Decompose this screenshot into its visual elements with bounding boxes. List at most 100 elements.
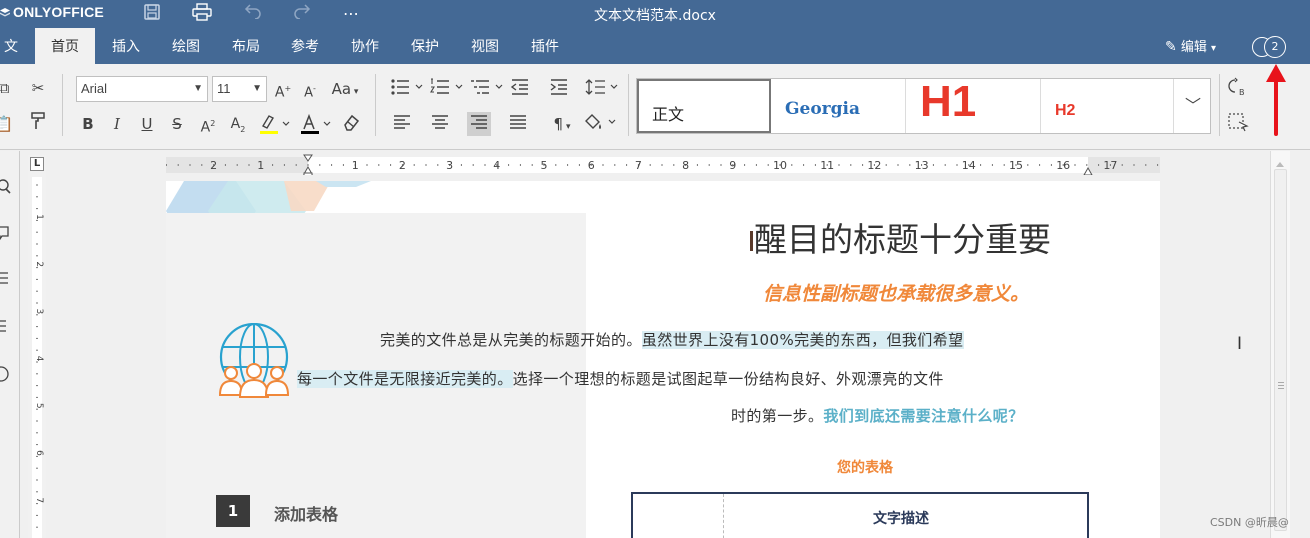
select-all-icon[interactable]	[1226, 112, 1250, 136]
chevron-down-icon: ▾	[351, 87, 359, 97]
document-page[interactable]: 醒目的标题十分重要 信息性副标题也承载很多意义。 完美的文件总是从完美的标题开始…	[166, 181, 1160, 538]
line-spacing-icon	[585, 79, 618, 95]
chevron-down-icon: ▾	[1211, 43, 1217, 54]
vertical-scrollbar[interactable]	[1270, 151, 1290, 538]
paint-bucket-icon	[585, 114, 616, 129]
bullet-list-icon	[391, 79, 423, 95]
menu-tab-bar: 文件 首页 插入 绘图 布局 参考 协作 保护 视图 插件 ✎ 编辑 ▾ 2	[0, 28, 1310, 93]
paragraph-mark-icon: ¶	[553, 115, 564, 133]
ruler-label: 2	[399, 159, 406, 172]
copy-icon[interactable]: ⧉	[0, 76, 16, 100]
scroll-thumb[interactable]	[1274, 169, 1287, 531]
format-painter-icon[interactable]	[26, 112, 50, 136]
paragraph-line-1[interactable]: 完美的文件总是从完美的标题开始的。虽然世界上没有100%完美的东西，但我们希望	[380, 329, 964, 350]
chevron-down-icon: ▼	[193, 83, 203, 94]
paste-icon[interactable]: 📋	[0, 112, 16, 136]
increase-indent-icon[interactable]	[547, 77, 571, 101]
right-indent-marker[interactable]	[1083, 161, 1093, 176]
chevron-down-icon: ▼	[252, 83, 262, 94]
nonprinting-characters-button[interactable]: ¶ ▾	[547, 112, 577, 136]
tab-view[interactable]: 视图	[455, 28, 515, 64]
line-spacing-button[interactable]	[585, 77, 621, 101]
document-table[interactable]: 文字描述	[631, 492, 1089, 538]
comments-icon[interactable]	[0, 225, 14, 241]
italic-icon[interactable]: I	[105, 112, 129, 136]
multilevel-list-button[interactable]	[470, 77, 506, 101]
subscript-icon[interactable]: A2	[226, 112, 250, 136]
font-name-value: Arial	[81, 81, 108, 96]
feedback-icon[interactable]	[0, 366, 14, 382]
font-color-button[interactable]	[298, 112, 332, 136]
align-center-icon[interactable]	[428, 112, 452, 136]
style-heading-2[interactable]: H2	[1041, 79, 1174, 133]
style-heading-1[interactable]: H1	[906, 77, 1041, 133]
red-arrow-annotation-icon	[1266, 64, 1286, 136]
edit-mode-dropdown[interactable]: ✎ 编辑 ▾	[1165, 28, 1216, 64]
more-styles-button[interactable]: ﹀	[1175, 79, 1211, 133]
navigation-icon[interactable]	[0, 271, 14, 287]
tab-collaboration[interactable]: 协作	[335, 28, 395, 64]
vertical-ruler: L 12345678	[28, 155, 46, 538]
paragraph-accent-question: 我们到底还需要注意什么呢？	[823, 407, 1024, 425]
svg-text:B: B	[1239, 88, 1245, 97]
ruler-label: 8	[682, 159, 689, 172]
headings-icon[interactable]	[0, 318, 14, 334]
ruler-label: 7	[34, 497, 44, 503]
style-georgia-label: Georgia	[785, 99, 860, 119]
toolbar-separator	[1219, 74, 1220, 136]
ruler-label: 14	[962, 159, 976, 172]
cut-icon[interactable]: ✂	[26, 76, 50, 100]
tab-insert[interactable]: 插入	[96, 28, 156, 64]
increase-font-icon[interactable]: A+	[271, 77, 295, 101]
bold-icon[interactable]: B	[76, 112, 100, 136]
paragraph-line-2[interactable]: 每一个文件是无限接近完美的。选择一个理想的标题是试图起草一份结构良好、外观漂亮的…	[297, 368, 944, 389]
style-georgia[interactable]: Georgia	[771, 79, 906, 133]
decrease-font-icon[interactable]: A-	[298, 77, 322, 101]
align-left-icon[interactable]	[390, 112, 414, 136]
font-name-select[interactable]: Arial ▼	[76, 76, 208, 102]
table-header-cell[interactable]: 文字描述	[873, 508, 929, 528]
document-title-heading[interactable]: 醒目的标题十分重要	[754, 213, 1051, 261]
ruler-label: 2	[210, 159, 217, 172]
tab-references[interactable]: 参考	[275, 28, 335, 64]
paragraph-text: 选择一个理想的标题是试图起草一份结构良好、外观漂亮的文件	[512, 370, 944, 388]
change-case-button[interactable]: Aa ▾	[327, 77, 363, 101]
superscript-icon[interactable]: A2	[196, 112, 220, 136]
styles-gallery: 正文 Georgia H1 H2 ﹀	[636, 77, 1211, 134]
ruler-label: 15	[1009, 159, 1023, 172]
bullets-button[interactable]	[390, 77, 426, 101]
tab-home[interactable]: 首页	[35, 28, 95, 64]
toolbar-separator	[375, 74, 376, 136]
first-line-indent-marker[interactable]	[303, 154, 313, 178]
numbering-button[interactable]	[430, 77, 466, 101]
style-normal[interactable]: 正文	[637, 79, 771, 133]
section-label[interactable]: 添加表格	[274, 501, 338, 525]
tab-layout[interactable]: 布局	[216, 28, 276, 64]
tab-file[interactable]: 文件	[0, 28, 22, 93]
vertical-ruler-ticks: 12345678	[32, 177, 44, 538]
highlight-color-button[interactable]	[257, 112, 291, 136]
font-size-select[interactable]: 11 ▼	[212, 76, 267, 102]
numbered-list-icon	[430, 78, 463, 94]
clear-formatting-icon[interactable]	[339, 112, 363, 136]
shading-button[interactable]	[583, 112, 619, 136]
paragraph-line-3[interactable]: 时的第一步。我们到底还需要注意什么呢？	[731, 405, 1024, 426]
change-case-style-icon[interactable]: B	[1226, 77, 1250, 101]
justify-icon[interactable]	[506, 112, 530, 136]
strikethrough-icon[interactable]: S	[165, 112, 189, 136]
tab-draw[interactable]: 绘图	[156, 28, 216, 64]
text-caret	[750, 231, 753, 251]
document-subtitle[interactable]: 信息性副标题也承载很多意义。	[763, 279, 1029, 306]
tab-plugins[interactable]: 插件	[515, 28, 575, 64]
collaborators-button[interactable]: 2	[1252, 36, 1288, 58]
underline-icon[interactable]: U	[135, 112, 159, 136]
table-title[interactable]: 您的表格	[837, 457, 893, 477]
scroll-up-icon[interactable]	[1275, 153, 1285, 167]
tab-protection[interactable]: 保护	[395, 28, 455, 64]
decrease-indent-icon[interactable]	[508, 77, 532, 101]
search-icon[interactable]	[0, 179, 14, 195]
paragraph-text: 完美的文件总是从完美的标题开始的。	[380, 331, 642, 349]
align-right-icon[interactable]	[467, 112, 491, 136]
font-color-icon	[301, 113, 331, 134]
left-sidebar	[0, 151, 20, 538]
